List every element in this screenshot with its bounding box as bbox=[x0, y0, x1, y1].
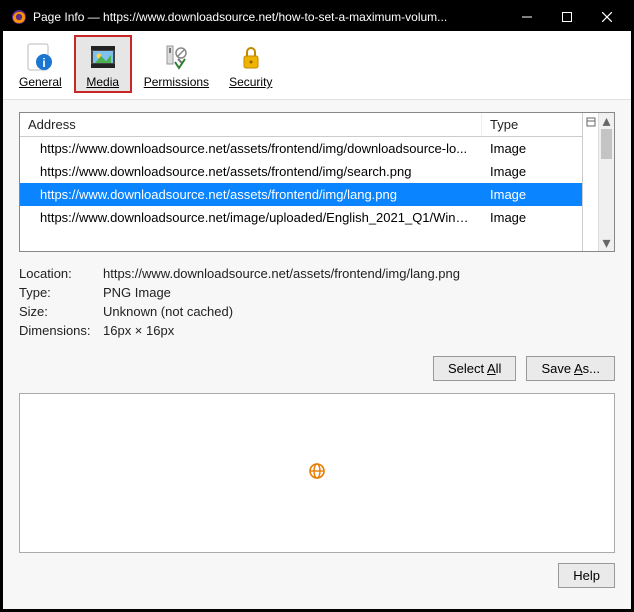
table-row[interactable]: https://www.downloadsource.net/assets/fr… bbox=[20, 160, 582, 183]
action-buttons: Select All Save As... bbox=[19, 356, 615, 381]
media-table: Address Type https://www.downloadsource.… bbox=[19, 112, 615, 252]
firefox-icon bbox=[11, 9, 27, 25]
cell-address: https://www.downloadsource.net/assets/fr… bbox=[20, 185, 482, 204]
toolbar: i General Media Permissions Security bbox=[3, 31, 631, 100]
globe-icon bbox=[308, 462, 326, 485]
tab-security-label: Security bbox=[229, 75, 272, 89]
scroll-down-icon[interactable]: ▾ bbox=[599, 235, 614, 251]
table-header: Address Type bbox=[20, 113, 582, 137]
footer: Help bbox=[19, 563, 615, 588]
size-label: Size: bbox=[19, 304, 103, 319]
header-address[interactable]: Address bbox=[20, 113, 482, 136]
cell-type: Image bbox=[482, 139, 582, 158]
scroll-thumb[interactable] bbox=[601, 129, 612, 159]
cell-address: https://www.downloadsource.net/image/upl… bbox=[20, 208, 482, 227]
scrollbar[interactable]: ▴ ▾ bbox=[598, 113, 614, 251]
window-title: Page Info — https://www.downloadsource.n… bbox=[33, 10, 507, 24]
cell-type: Image bbox=[482, 162, 582, 181]
dimensions-value: 16px × 16px bbox=[103, 323, 615, 338]
location-label: Location: bbox=[19, 266, 103, 281]
close-button[interactable] bbox=[587, 3, 627, 31]
media-icon bbox=[87, 41, 119, 73]
save-as-button[interactable]: Save As... bbox=[526, 356, 615, 381]
table-body: https://www.downloadsource.net/assets/fr… bbox=[20, 137, 582, 229]
tab-security[interactable]: Security bbox=[221, 35, 280, 93]
cell-type: Image bbox=[482, 208, 582, 227]
titlebar: Page Info — https://www.downloadsource.n… bbox=[3, 3, 631, 31]
type-label: Type: bbox=[19, 285, 103, 300]
header-type[interactable]: Type bbox=[482, 113, 582, 136]
column-picker[interactable] bbox=[582, 113, 598, 251]
table-row[interactable]: https://www.downloadsource.net/assets/fr… bbox=[20, 137, 582, 160]
help-button[interactable]: Help bbox=[558, 563, 615, 588]
tab-permissions[interactable]: Permissions bbox=[136, 35, 217, 93]
select-all-button[interactable]: Select All bbox=[433, 356, 516, 381]
type-value: PNG Image bbox=[103, 285, 615, 300]
tab-permissions-label: Permissions bbox=[144, 75, 209, 89]
location-value: https://www.downloadsource.net/assets/fr… bbox=[103, 266, 615, 281]
size-value: Unknown (not cached) bbox=[103, 304, 615, 319]
cell-address: https://www.downloadsource.net/assets/fr… bbox=[20, 162, 482, 181]
page-info-window: Page Info — https://www.downloadsource.n… bbox=[3, 3, 631, 609]
tab-general-label: General bbox=[19, 75, 62, 89]
scroll-up-icon[interactable]: ▴ bbox=[599, 113, 614, 129]
table-row[interactable]: https://www.downloadsource.net/image/upl… bbox=[20, 206, 582, 229]
lock-icon bbox=[235, 41, 267, 73]
content-area: Address Type https://www.downloadsource.… bbox=[3, 100, 631, 609]
cell-type: Image bbox=[482, 185, 582, 204]
svg-text:i: i bbox=[43, 56, 46, 70]
tab-media[interactable]: Media bbox=[74, 35, 132, 93]
details-panel: Location:https://www.downloadsource.net/… bbox=[19, 266, 615, 342]
tab-media-label: Media bbox=[86, 75, 119, 89]
tab-general[interactable]: i General bbox=[11, 35, 70, 93]
info-icon: i bbox=[24, 41, 56, 73]
minimize-button[interactable] bbox=[507, 3, 547, 31]
window-controls bbox=[507, 3, 627, 31]
preview-area bbox=[19, 393, 615, 553]
dimensions-label: Dimensions: bbox=[19, 323, 103, 338]
table-row[interactable]: https://www.downloadsource.net/assets/fr… bbox=[20, 183, 582, 206]
permissions-icon bbox=[160, 41, 192, 73]
maximize-button[interactable] bbox=[547, 3, 587, 31]
cell-address: https://www.downloadsource.net/assets/fr… bbox=[20, 139, 482, 158]
